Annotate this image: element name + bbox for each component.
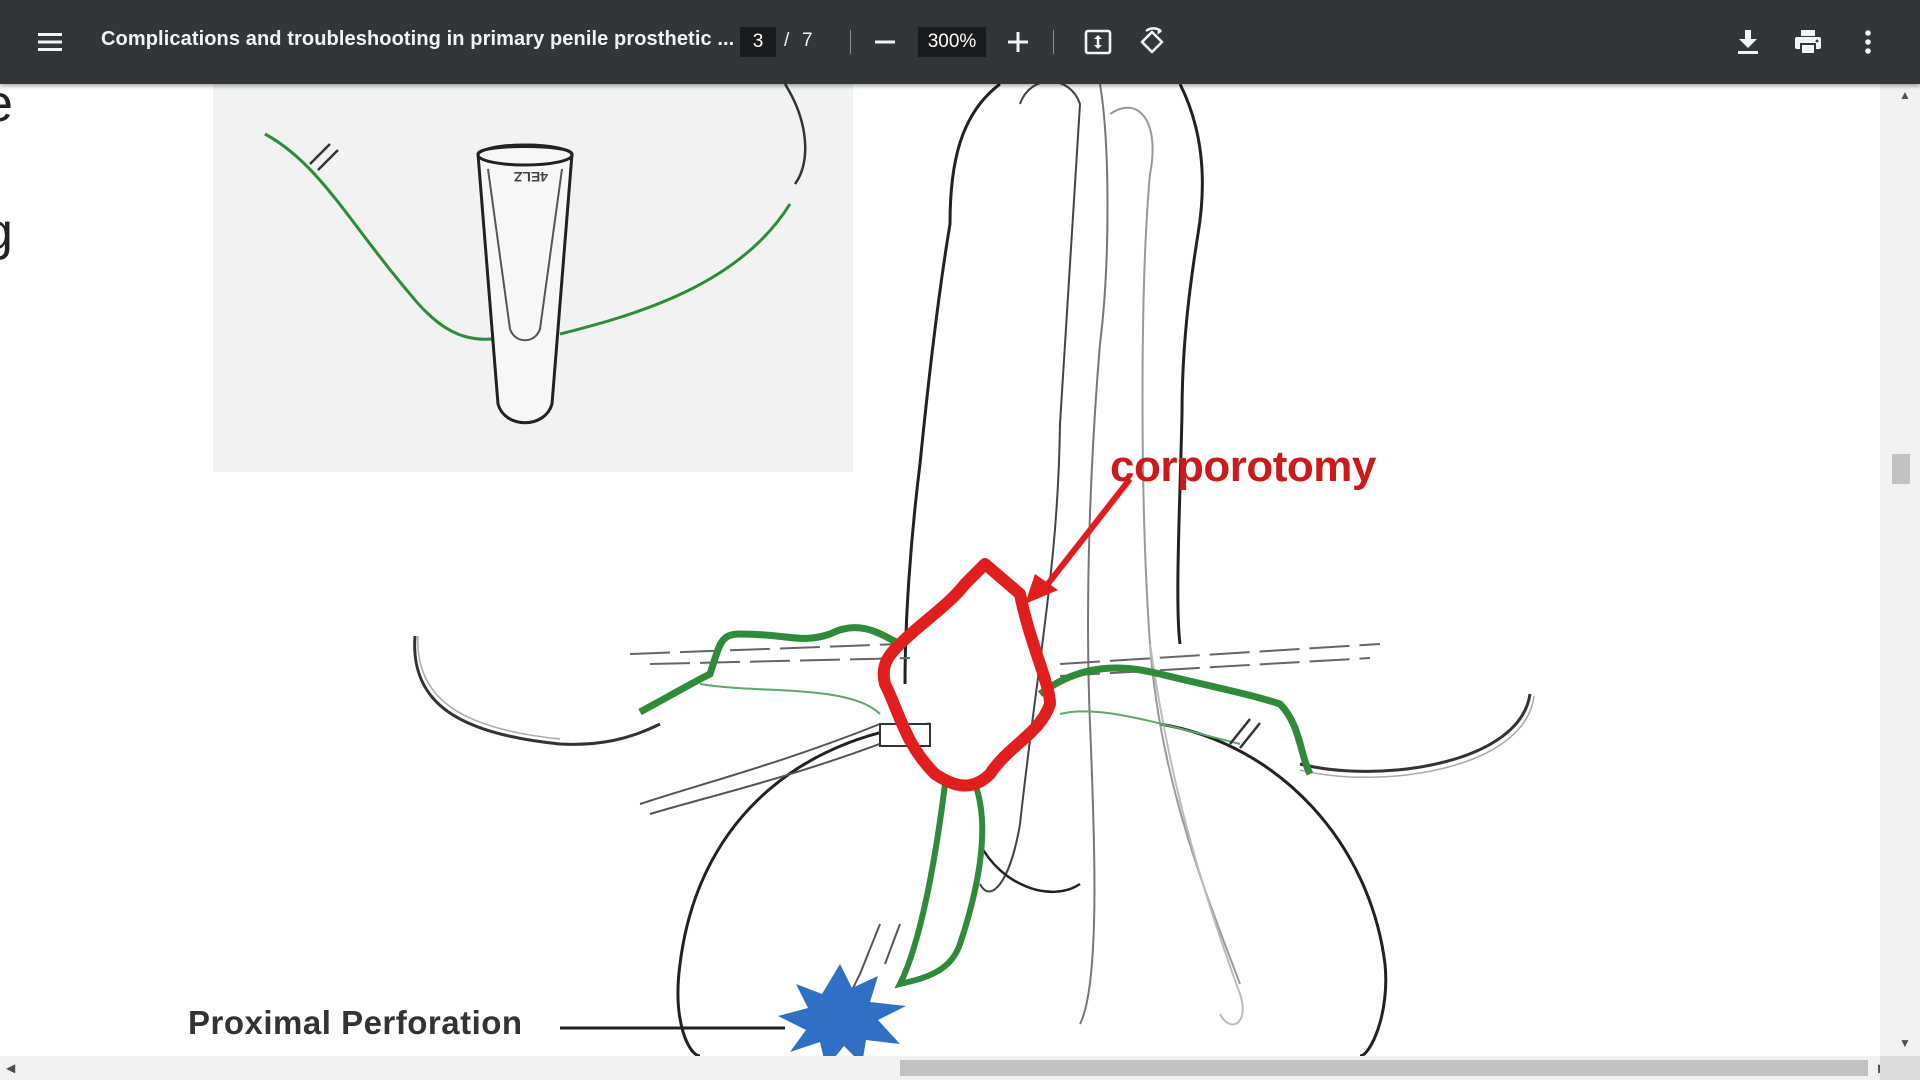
needle-curve [413,635,661,746]
corporotomy-label: corporotomy [1110,442,1376,491]
print-icon[interactable] [1786,20,1830,64]
green-suture-lower [894,782,986,989]
plus-icon[interactable] [996,20,1040,64]
horizontal-scroll-thumb[interactable] [900,1060,1868,1076]
document-viewport[interactable]: e / g 4ELZ [0,84,1880,1056]
testis-outline [978,843,1081,894]
toolbar-divider [850,30,851,54]
scroll-up-arrow-icon[interactable]: ▲ [1899,88,1911,102]
horizontal-scrollbar[interactable]: ◀ ▶ [0,1056,1887,1080]
page-total: 7 [802,30,813,51]
scrotum-outline [676,722,1388,1056]
tubing [639,723,891,815]
toolbar-divider [1053,30,1054,54]
scroll-left-arrow-icon[interactable]: ◀ [6,1061,15,1075]
needle-curve [1299,693,1532,773]
fit-to-page-icon[interactable] [1076,20,1120,64]
needle-curve [417,635,561,740]
document-title: Complications and troubleshooting in pri… [101,28,735,50]
more-vert-icon[interactable] [1846,20,1890,64]
perforation-star [778,964,906,1056]
suture-lines [629,643,1381,677]
green-suture-right [1037,664,1314,776]
suture-marks [1229,718,1261,749]
hamburger-menu-icon[interactable] [28,20,72,64]
pdf-toolbar: Complications and troubleshooting in pri… [0,0,1920,84]
scrollbar-corner [1880,1056,1920,1080]
cylinder-outline [1149,643,1244,1026]
shaft-outline [1176,84,1204,645]
zoom-level-input[interactable]: 300% [918,27,986,57]
scroll-down-arrow-icon[interactable]: ▼ [1899,1036,1911,1050]
surgical-figure: 4ELZ [213,84,1535,1056]
minus-icon[interactable] [863,20,907,64]
vertical-scrollbar[interactable]: ▲ ▼ [1880,84,1920,1056]
cylinder-outline [1079,84,1109,1025]
proximal-perforation-label: Proximal Perforation [188,1004,523,1041]
green-suture-left [638,624,902,716]
vertical-scroll-thumb[interactable] [1892,454,1910,484]
dilator-text: 4ELZ [513,169,548,185]
page-number-input[interactable]: 3 [740,27,776,57]
needle-curve [1299,695,1535,779]
rotate-icon[interactable] [1130,20,1174,64]
page-separator: / [784,30,790,51]
cylinder-outline [1109,106,1241,985]
download-icon[interactable] [1726,20,1770,64]
